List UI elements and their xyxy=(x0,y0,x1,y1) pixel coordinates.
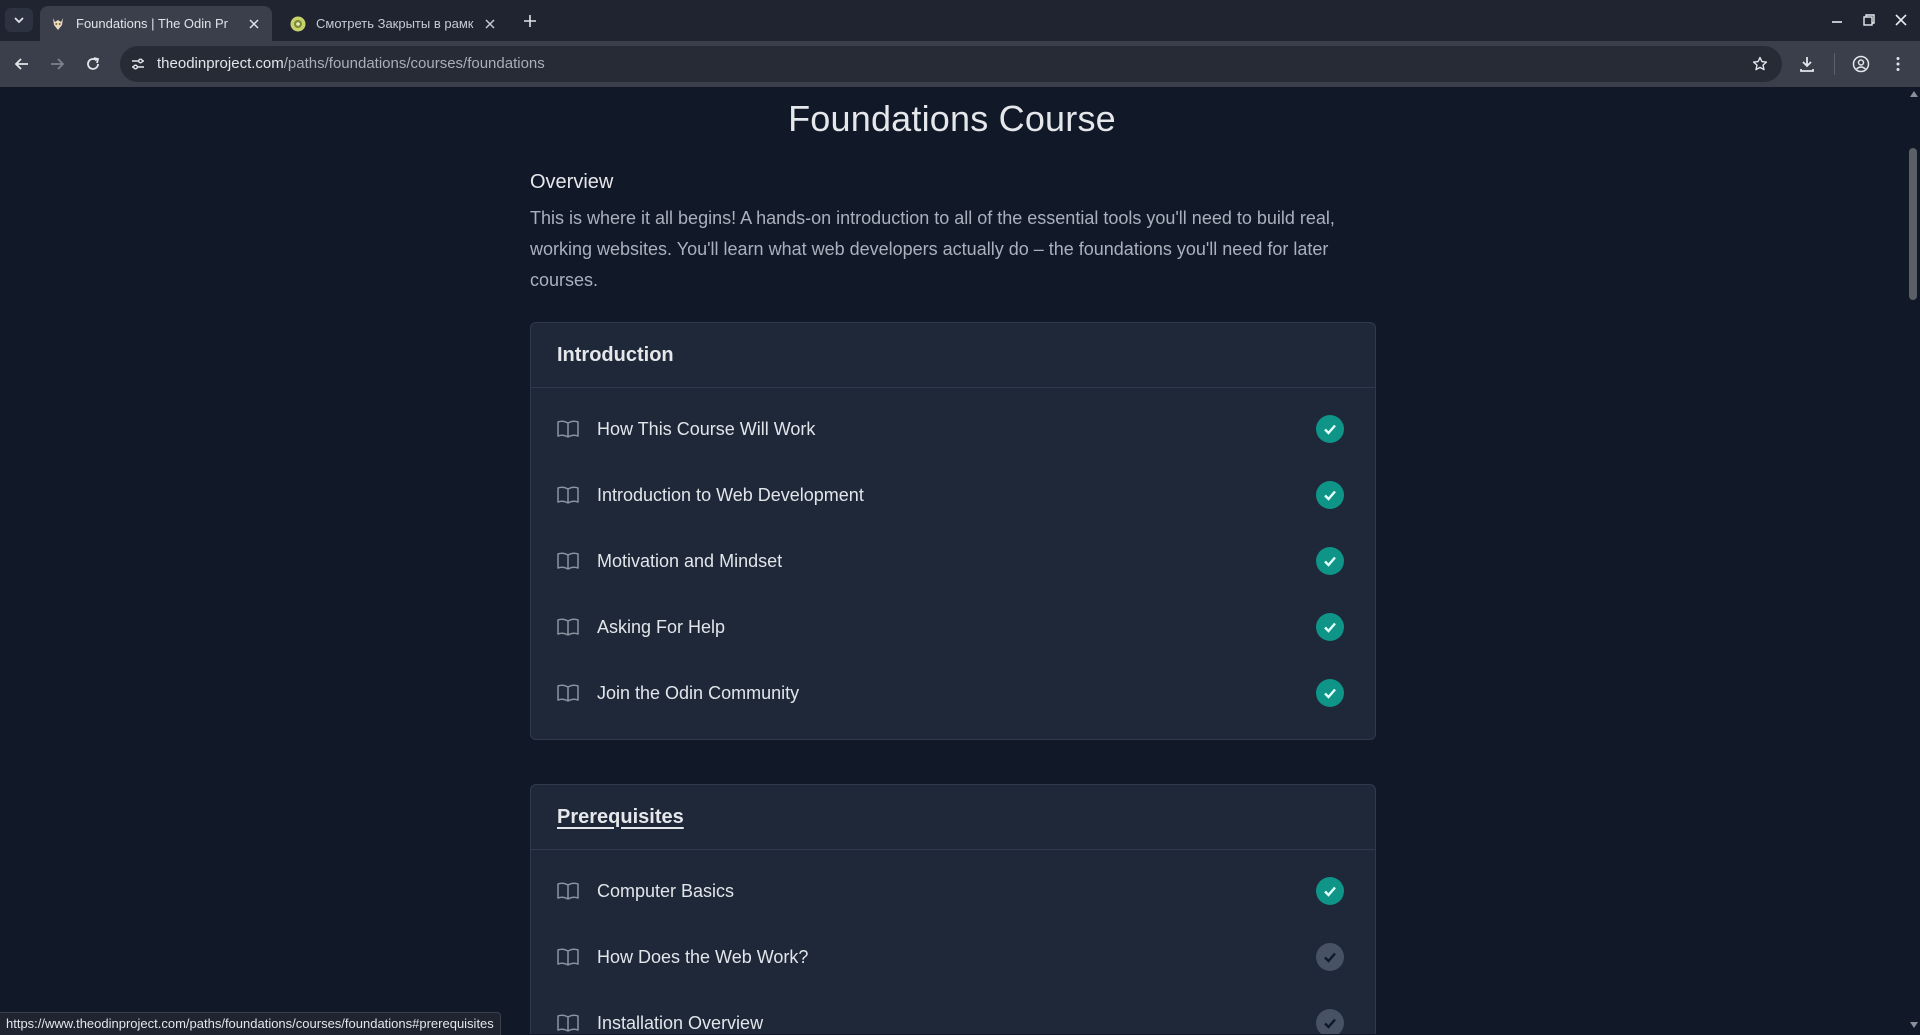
new-tab-button[interactable] xyxy=(519,10,541,32)
arrow-left-icon xyxy=(14,58,28,70)
tab-title: Смотреть Закрыты в рамк xyxy=(316,16,474,31)
check-circle-icon xyxy=(1316,1009,1344,1034)
url-text: theodinproject.com/paths/foundations/cou… xyxy=(157,46,545,82)
link-status-bar: https://www.theodinproject.com/paths/fou… xyxy=(0,1012,501,1035)
reload-button[interactable] xyxy=(81,52,105,76)
book-icon xyxy=(557,948,579,966)
url-domain: theodinproject.com xyxy=(157,55,284,72)
close-icon xyxy=(1895,14,1907,26)
page-title: Foundations Course xyxy=(788,98,1116,139)
check-circle-icon xyxy=(1316,613,1344,641)
book-icon xyxy=(557,882,579,900)
lesson-item[interactable]: How This Course Will Work xyxy=(531,396,1375,462)
check-circle-icon xyxy=(1316,877,1344,905)
scroll-up-arrow-icon[interactable] xyxy=(1908,89,1920,99)
book-icon xyxy=(557,486,579,504)
lesson-title[interactable]: How This Course Will Work xyxy=(597,419,815,440)
tab-title: Foundations | The Odin Pr xyxy=(76,16,229,31)
book-icon xyxy=(557,684,579,702)
odin-favicon-icon xyxy=(53,17,63,30)
scrollbar-thumb[interactable] xyxy=(1909,148,1917,300)
check-circle-icon xyxy=(1316,415,1344,443)
address-bar[interactable]: theodinproject.com/paths/foundations/cou… xyxy=(120,46,1782,82)
forward-button[interactable] xyxy=(45,52,69,76)
bookmark-star-icon[interactable] xyxy=(1750,54,1770,74)
profile-icon xyxy=(1852,55,1870,73)
toolbar-divider xyxy=(1834,53,1835,75)
kebab-menu-icon xyxy=(1896,57,1900,71)
minimize-button[interactable] xyxy=(1826,10,1848,30)
reload-icon xyxy=(87,57,100,70)
section-title[interactable]: Introduction xyxy=(531,323,1375,388)
menu-button[interactable] xyxy=(1886,52,1910,76)
profile-button[interactable] xyxy=(1849,52,1873,76)
tab-search-button[interactable] xyxy=(5,8,33,32)
lesson-title[interactable]: Introduction to Web Development xyxy=(597,485,864,506)
lesson-title[interactable]: Motivation and Mindset xyxy=(597,551,782,572)
book-icon xyxy=(557,552,579,570)
lesson-item[interactable]: Join the Odin Community xyxy=(531,660,1375,726)
chevron-down-icon xyxy=(14,17,24,24)
plus-icon xyxy=(524,15,536,27)
book-icon xyxy=(557,420,579,438)
lesson-item[interactable]: Motivation and Mindset xyxy=(531,528,1375,594)
check-circle-icon xyxy=(1316,481,1344,509)
tab-odin-project[interactable]: Foundations | The Odin Pr xyxy=(40,6,272,41)
lesson-title[interactable]: Asking For Help xyxy=(597,617,725,638)
section-prerequisites: Prerequisites Computer Basics How Does t… xyxy=(530,784,1376,1034)
restore-button[interactable] xyxy=(1858,10,1880,30)
section-title-link[interactable]: Prerequisites xyxy=(531,785,1375,850)
lesson-item[interactable]: Computer Basics xyxy=(531,858,1375,924)
check-circle-icon xyxy=(1316,547,1344,575)
lesson-title[interactable]: Computer Basics xyxy=(597,881,734,902)
browser-toolbar: theodinproject.com/paths/foundations/cou… xyxy=(0,41,1920,87)
page-viewport: Foundations Course Overview This is wher… xyxy=(0,87,1908,1034)
lesson-item[interactable]: How Does the Web Work? xyxy=(531,924,1375,990)
section-introduction: Introduction How This Course Will Work I… xyxy=(530,322,1376,740)
lesson-title[interactable]: Installation Overview xyxy=(597,1013,763,1034)
restore-icon xyxy=(1863,14,1875,26)
check-circle-icon xyxy=(1316,943,1344,971)
video-site-favicon-icon xyxy=(290,16,306,31)
book-icon xyxy=(557,1014,579,1032)
check-circle-icon xyxy=(1316,679,1344,707)
lesson-item[interactable]: Installation Overview xyxy=(531,990,1375,1034)
lesson-item[interactable]: Asking For Help xyxy=(531,594,1375,660)
scroll-down-arrow-icon[interactable] xyxy=(1908,1020,1920,1030)
back-button[interactable] xyxy=(10,52,34,76)
minimize-icon xyxy=(1832,21,1842,23)
lesson-item[interactable]: Introduction to Web Development xyxy=(531,462,1375,528)
overview-heading: Overview xyxy=(530,171,614,193)
downloads-button[interactable] xyxy=(1795,52,1819,76)
download-icon xyxy=(1800,57,1814,72)
browser-tab-strip: Foundations | The Odin Pr Смотреть Закры… xyxy=(0,0,1920,41)
close-icon[interactable] xyxy=(246,16,262,32)
url-path: /paths/foundations/courses/foundations xyxy=(283,55,545,72)
arrow-right-icon xyxy=(51,58,65,70)
lesson-title[interactable]: Join the Odin Community xyxy=(597,683,799,704)
overview-text: This is where it all begins! A hands-on … xyxy=(530,208,1335,290)
tab-video[interactable]: Смотреть Закрыты в рамк xyxy=(280,6,508,41)
close-window-button[interactable] xyxy=(1890,10,1912,30)
book-icon xyxy=(557,618,579,636)
close-icon[interactable] xyxy=(482,16,498,32)
site-info-icon[interactable] xyxy=(128,54,148,74)
lesson-title[interactable]: How Does the Web Work? xyxy=(597,947,808,968)
